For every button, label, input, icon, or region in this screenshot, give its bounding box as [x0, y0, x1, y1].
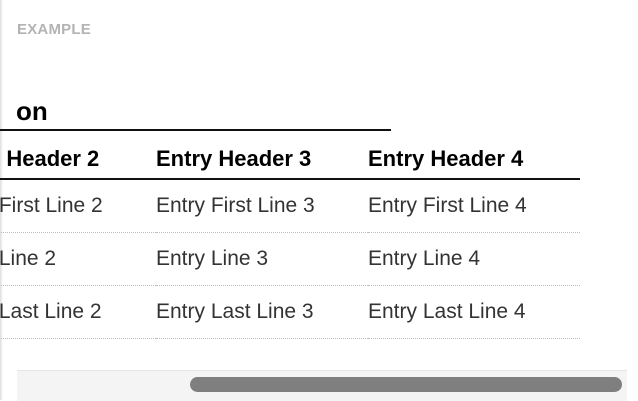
table-cell: Entry Line 2 [0, 232, 156, 286]
table-cell: Entry First Line 3 [156, 179, 368, 233]
table-row: Entry Line 2 Entry Line 3 Entry Line 4 [0, 232, 580, 286]
column-header: Entry Header 4 [368, 140, 580, 180]
table-cell: Entry First Line 2 [0, 179, 156, 233]
table-row: Entry Last Line 2 Entry Last Line 3 Entr… [0, 285, 580, 339]
table-cell: Entry Last Line 4 [368, 285, 580, 339]
table-row: Entry First Line 2 Entry First Line 3 En… [0, 179, 580, 233]
table-caption: on [0, 94, 391, 131]
table-cell: Entry First Line 4 [368, 179, 580, 233]
table-scroll-viewport[interactable]: on Entry Header 2 Entry Header 3 Entry H… [0, 0, 638, 400]
table-caption-text: on [16, 96, 48, 126]
table-cell: Entry Line 4 [368, 232, 580, 286]
table-header-row: Entry Header 2 Entry Header 3 Entry Head… [0, 140, 580, 180]
column-header: Entry Header 2 [0, 140, 156, 180]
table-cell: Entry Line 3 [156, 232, 368, 286]
column-header: Entry Header 3 [156, 140, 368, 180]
entries-table: Entry Header 2 Entry Header 3 Entry Head… [0, 140, 580, 339]
horizontal-scrollbar-thumb[interactable] [190, 377, 622, 392]
table-cell: Entry Last Line 3 [156, 285, 368, 339]
table-cell: Entry Last Line 2 [0, 285, 156, 339]
